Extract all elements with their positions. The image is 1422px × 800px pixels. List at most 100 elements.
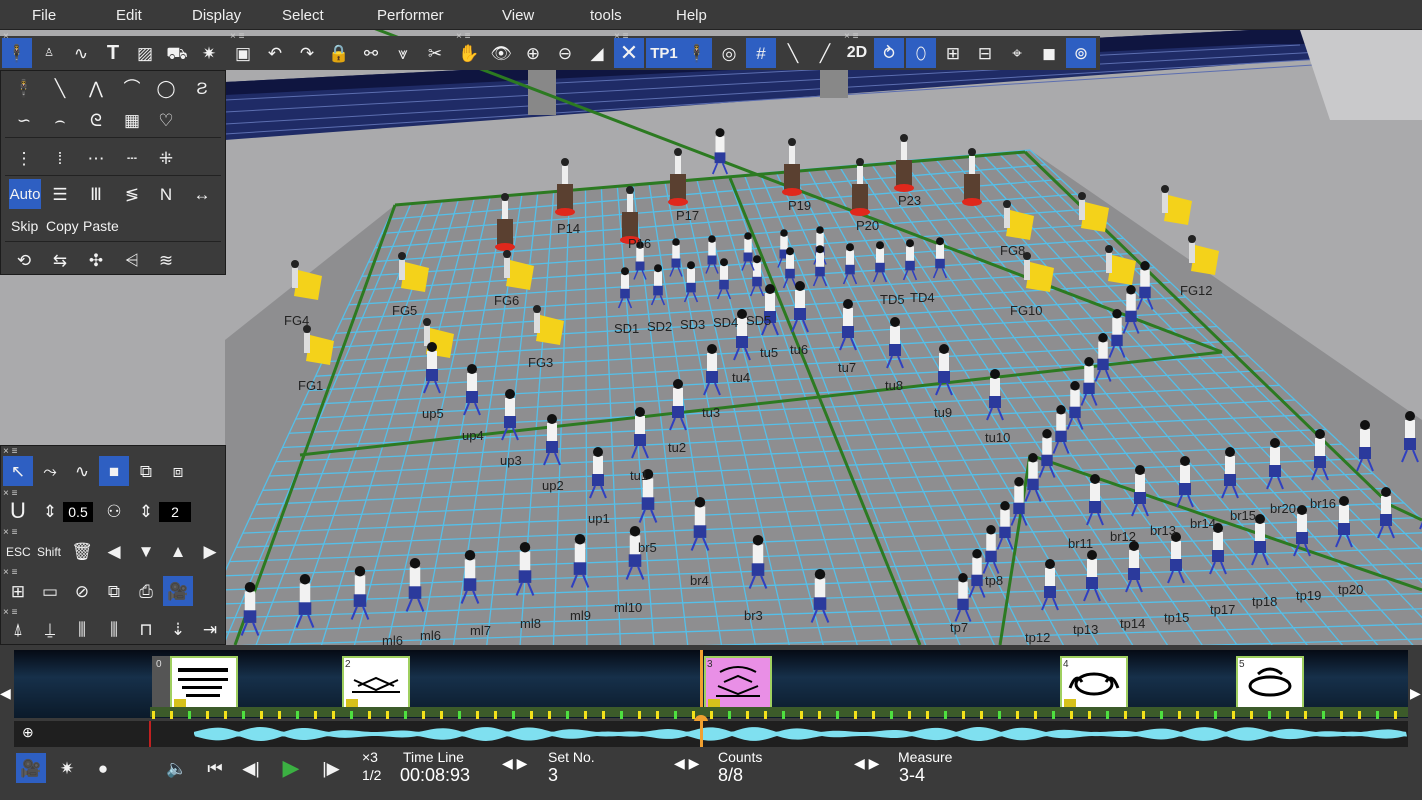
image-icon[interactable]: ▨: [130, 38, 160, 68]
undo-icon[interactable]: ↶: [260, 38, 290, 68]
shift-button[interactable]: Shift: [37, 545, 61, 559]
group-value-field[interactable]: 2: [159, 502, 191, 522]
link-icon[interactable]: ⚯: [356, 38, 386, 68]
camera-icon[interactable]: 🎥: [163, 576, 193, 606]
circle-icon[interactable]: ◯: [151, 73, 181, 103]
tp-button[interactable]: TP1: [646, 38, 682, 68]
add-performer-icon[interactable]: 🕴: [9, 73, 39, 103]
distribute-icon[interactable]: ⇣: [163, 614, 193, 644]
move-down-icon[interactable]: ▼: [131, 536, 161, 566]
block-icon[interactable]: ▦: [117, 105, 147, 135]
align-add-icon[interactable]: ⍊: [35, 614, 65, 644]
dots-vert2-icon[interactable]: ⁞: [45, 143, 75, 173]
menu-display[interactable]: Display: [192, 7, 241, 24]
set-card-2[interactable]: 2: [342, 656, 410, 712]
align-icon[interactable]: ⍋: [3, 614, 33, 644]
menu-view[interactable]: View: [502, 7, 534, 24]
arc-icon[interactable]: ⌒: [117, 73, 147, 103]
wave-icon[interactable]: ≋: [151, 245, 181, 275]
field-minus-icon[interactable]: ⊟: [970, 38, 1000, 68]
no-layer-icon[interactable]: ⊘: [67, 576, 97, 606]
counts-stepper-icon[interactable]: ◀ ▶: [674, 755, 699, 772]
zoom-in-icon[interactable]: ⊕: [518, 38, 548, 68]
ring-icon[interactable]: ⊚: [1066, 38, 1096, 68]
measure-stepper-icon[interactable]: ◀ ▶: [854, 755, 879, 772]
speed-fraction[interactable]: 1/2: [362, 767, 381, 783]
line-icon[interactable]: ╲: [778, 38, 808, 68]
stop-icon[interactable]: ◼: [1034, 38, 1064, 68]
view-2d-button[interactable]: 2D: [842, 38, 872, 68]
skip-start-icon[interactable]: ⏮: [200, 753, 230, 783]
redo-icon[interactable]: ↷: [292, 38, 322, 68]
steps-icon[interactable]: ⩔: [388, 38, 418, 68]
snap-value-field[interactable]: 0.5: [63, 502, 93, 522]
orbit-v-icon[interactable]: ⬯: [906, 38, 936, 68]
paste-button[interactable]: Paste: [83, 218, 119, 234]
scroll-right-icon[interactable]: ▶: [1410, 685, 1422, 705]
stairs-delete-icon[interactable]: ⩤: [117, 245, 147, 275]
performer-view-icon[interactable]: 🕴: [682, 38, 712, 68]
eye-icon[interactable]: 👁: [486, 38, 516, 68]
copy-button[interactable]: Copy: [46, 218, 79, 234]
stack-icon[interactable]: ⧉: [99, 576, 129, 606]
set-card-3[interactable]: 3: [704, 656, 772, 712]
dots-horz-icon[interactable]: ⋯: [81, 143, 111, 173]
zoom-out-icon[interactable]: ⊖: [550, 38, 580, 68]
menu-tools[interactable]: tools: [590, 7, 622, 24]
hand-icon[interactable]: ✋: [454, 38, 484, 68]
rect-select-icon[interactable]: ■: [99, 456, 129, 486]
follow-icon[interactable]: N: [151, 179, 181, 209]
menu-file[interactable]: File: [32, 7, 56, 24]
add-select-icon[interactable]: ⧉: [131, 456, 161, 486]
camera-edit-icon[interactable]: ⎙: [131, 576, 161, 606]
s-curve-icon[interactable]: ∽: [9, 105, 39, 135]
trash-icon[interactable]: 🗑: [67, 536, 97, 566]
set-card-4[interactable]: 4: [1060, 656, 1128, 712]
path-icon[interactable]: ∿: [66, 38, 96, 68]
stepper2-icon[interactable]: ⇕: [131, 496, 161, 526]
bezier-icon[interactable]: ⌢: [45, 105, 75, 135]
expand-icon[interactable]: ↔: [187, 179, 217, 209]
menu-help[interactable]: Help: [676, 7, 707, 24]
heart-icon[interactable]: ♡: [151, 105, 181, 135]
to-end-icon[interactable]: ⇥: [195, 614, 225, 644]
line-tool-icon[interactable]: ╲: [45, 73, 75, 103]
prop-icon[interactable]: ⛟: [162, 38, 192, 68]
counts-track[interactable]: [150, 707, 1408, 719]
rows-icon[interactable]: ☰: [45, 179, 75, 209]
scroll-left-icon[interactable]: ◀: [0, 685, 12, 705]
bars2-icon[interactable]: ⫼: [99, 614, 129, 644]
freeform-icon[interactable]: ᘓ: [81, 105, 111, 135]
move-left-icon[interactable]: ◀: [99, 536, 129, 566]
step-back-icon[interactable]: ◀|: [236, 753, 266, 783]
lock-icon[interactable]: 🔒: [324, 38, 354, 68]
move-up-icon[interactable]: ▲: [163, 536, 193, 566]
auto-button[interactable]: Auto: [9, 179, 41, 209]
dots-horz2-icon[interactable]: ┄: [117, 143, 147, 173]
skip-button[interactable]: Skip: [11, 218, 38, 234]
spin-icon[interactable]: ✣: [81, 245, 111, 275]
zigzag-icon[interactable]: ⋀: [81, 73, 111, 103]
select-arrow-icon[interactable]: ↖: [3, 456, 33, 486]
menu-edit[interactable]: Edit: [116, 7, 142, 24]
play-icon[interactable]: ▶: [276, 753, 306, 783]
speaker-icon[interactable]: 🔈: [162, 753, 192, 783]
speed-multiplier[interactable]: ×3: [362, 749, 378, 765]
apple-icon[interactable]: ●: [88, 753, 118, 783]
measure-icon[interactable]: ╱: [810, 38, 840, 68]
curve-icon[interactable]: Ƨ: [187, 73, 217, 103]
swap-icon[interactable]: ⇆: [45, 245, 75, 275]
field-3d-view[interactable]: P14 P16 P17 P19 P20 P23 FG4 FG5 FG6 FG3 FG1 FG8 FG10…: [0, 30, 1422, 645]
menu-performer[interactable]: Performer: [377, 7, 444, 24]
magnet-icon[interactable]: U: [3, 496, 33, 526]
move-right-icon[interactable]: ▶: [195, 536, 225, 566]
tp-person-icon[interactable]: ♙: [34, 38, 64, 68]
crosshair-icon[interactable]: ⌖: [1002, 38, 1032, 68]
text-icon[interactable]: T: [98, 38, 128, 68]
field-plus-icon[interactable]: ⊞: [938, 38, 968, 68]
orbit-h-icon[interactable]: ⥁: [874, 38, 904, 68]
rotate-icon[interactable]: ⟲: [9, 245, 39, 275]
bars-icon[interactable]: ⫼: [67, 614, 97, 644]
sun-icon[interactable]: ✷: [194, 38, 224, 68]
target-icon[interactable]: ◎: [714, 38, 744, 68]
